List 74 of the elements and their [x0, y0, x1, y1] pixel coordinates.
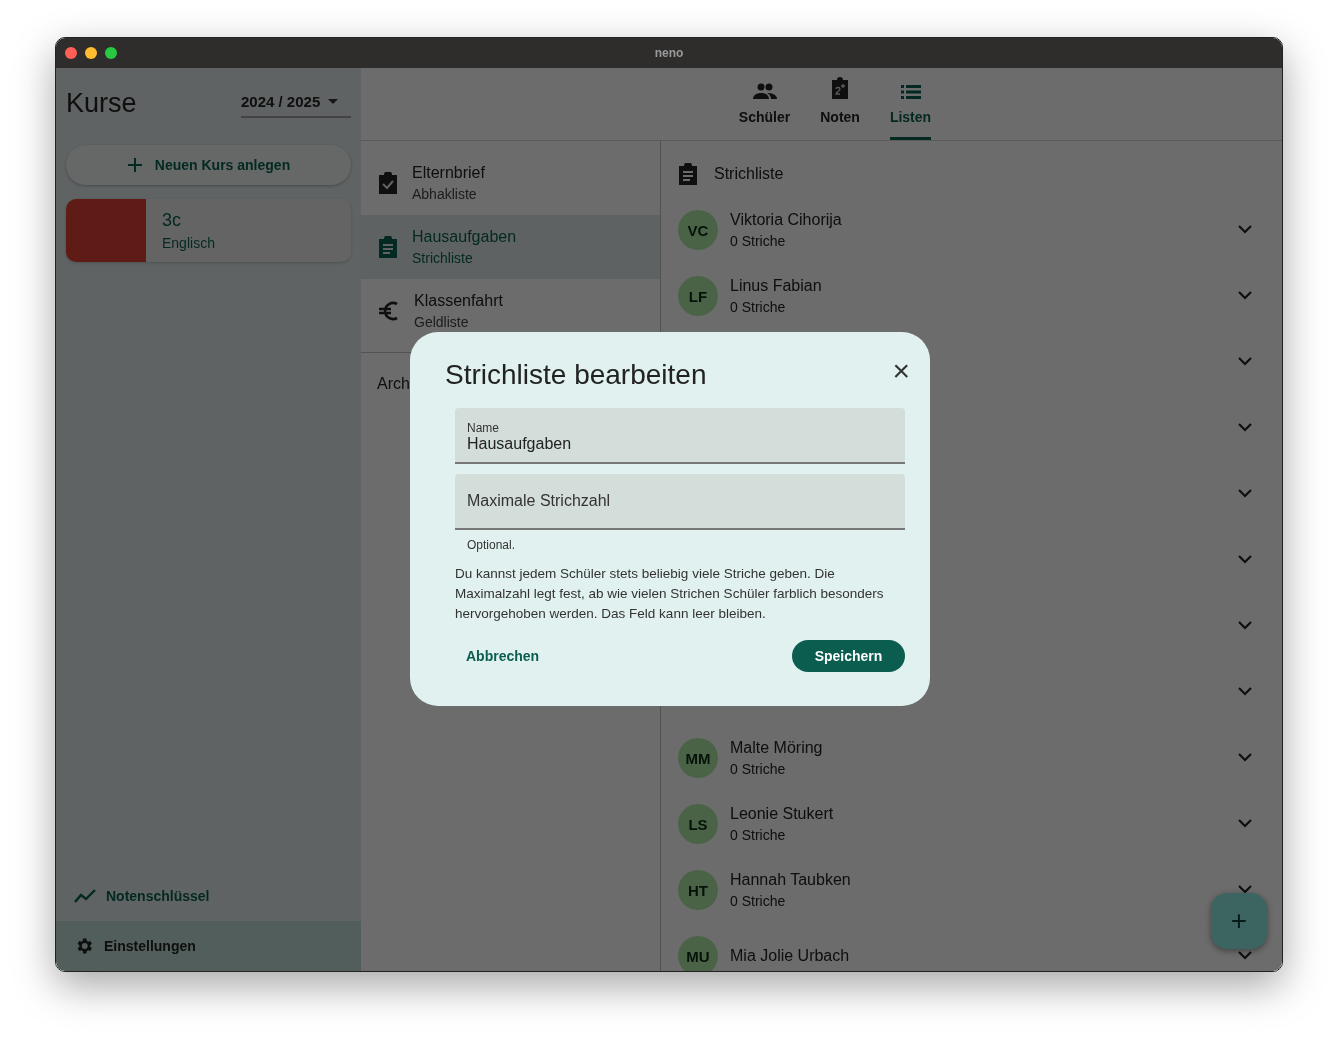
chevron-down-icon[interactable]	[1238, 951, 1252, 960]
avatar: MM	[678, 738, 718, 778]
field-label: Name	[467, 421, 499, 435]
student-name: Leonie Stukert	[730, 805, 834, 823]
list-item[interactable]: Klassenfahrt Geldliste	[361, 279, 660, 343]
close-button[interactable]: ×	[892, 356, 910, 386]
chevron-down-icon[interactable]	[1238, 753, 1252, 762]
tally-count: 0 Striche	[730, 893, 787, 909]
max-count-field[interactable]: Maximale Strichzahl	[455, 474, 905, 530]
student-name: Viktoria Cihorija	[730, 211, 842, 229]
tab[interactable]: Schüler	[738, 68, 791, 140]
detail-title: Strichliste	[714, 165, 784, 183]
sidebar-item[interactable]: Einstellungen	[56, 921, 361, 971]
chevron-down-icon[interactable]	[1238, 291, 1252, 300]
avatar: VC	[678, 210, 718, 250]
chevron-down-icon[interactable]	[1238, 621, 1252, 630]
save-button[interactable]: Speichern	[792, 640, 905, 672]
chevron-down-icon[interactable]	[1238, 225, 1252, 234]
chevron-down-icon[interactable]	[1238, 555, 1252, 564]
list-title: Hausaufgaben	[412, 228, 517, 246]
zoom-window-icon[interactable]	[105, 47, 117, 59]
clipboard-icon	[378, 236, 398, 258]
student-name: Hannah Taubken	[730, 871, 851, 889]
clipboard-icon	[678, 163, 698, 185]
list-title: Klassenfahrt	[414, 292, 503, 310]
list-type: Geldliste	[414, 314, 470, 330]
chevron-down-icon[interactable]	[1238, 489, 1252, 498]
sidebar-title: Kurse	[66, 88, 137, 119]
chevron-down-icon[interactable]	[1238, 687, 1252, 696]
student-name: Mia Jolie Urbach	[730, 947, 850, 965]
chevron-down-icon[interactable]	[1238, 357, 1252, 366]
tally-count: 0 Striche	[730, 233, 787, 249]
tally-count: 0 Striche	[730, 761, 787, 777]
list-type: Strichliste	[412, 250, 474, 266]
tab[interactable]: Listen	[889, 68, 932, 140]
plus-icon	[126, 157, 143, 173]
minimize-window-icon[interactable]	[85, 47, 97, 59]
new-course-button[interactable]: Neuen Kurs anlegen	[66, 145, 351, 185]
avatar: LS	[678, 804, 718, 844]
list-item[interactable]: Hausaufgaben Strichliste	[361, 215, 660, 279]
list-icon	[900, 85, 921, 99]
euro-icon	[378, 301, 400, 321]
cancel-button[interactable]: Abbrechen	[455, 640, 551, 672]
clipboard-number-icon	[830, 77, 851, 99]
year-selector[interactable]: 2024 / 2025	[241, 89, 351, 118]
trend-line-icon	[74, 889, 96, 903]
archive-label: Arch	[376, 374, 411, 393]
sidebar-item[interactable]: Notenschlüssel	[56, 871, 361, 921]
window-title: neno	[654, 46, 684, 60]
course-card[interactable]: 3c Englisch	[66, 199, 351, 262]
avatar: HT	[678, 870, 718, 910]
tally-count: 0 Striche	[730, 827, 787, 843]
close-window-icon[interactable]	[65, 47, 77, 59]
add-button[interactable]: +	[1211, 893, 1267, 949]
clipboard-check-icon	[378, 172, 398, 194]
list-title: Elternbrief	[412, 164, 485, 182]
list-type: Abhakliste	[412, 186, 478, 202]
chevron-down-icon[interactable]	[1238, 423, 1252, 432]
course-subject: Englisch	[162, 235, 215, 251]
course-name: 3c	[162, 210, 182, 231]
caret-icon	[328, 98, 339, 105]
description-text: Du kannst jedem Schüler stets beliebig viele Striche geben. Die Maximalzahl legt fest, ab wie vielen Strichen Schüler farblich besonders hervorgehoben werden. Das Feld kann leer bleiben.	[455, 565, 885, 623]
tab[interactable]: Noten	[820, 68, 860, 140]
chevron-down-icon[interactable]	[1238, 885, 1252, 894]
student-name: Linus Fabian	[730, 277, 822, 295]
tally-count: 0 Striche	[730, 299, 787, 315]
avatar: MU	[678, 936, 718, 971]
helper-text: Optional.	[467, 538, 517, 552]
student-name: Malte Möring	[730, 739, 823, 757]
people-icon	[752, 83, 777, 99]
chevron-down-icon[interactable]	[1238, 819, 1252, 828]
list-item[interactable]: Elternbrief Abhakliste	[361, 151, 660, 215]
avatar: LF	[678, 276, 718, 316]
dialog-title: Strichliste bearbeiten	[445, 359, 707, 391]
